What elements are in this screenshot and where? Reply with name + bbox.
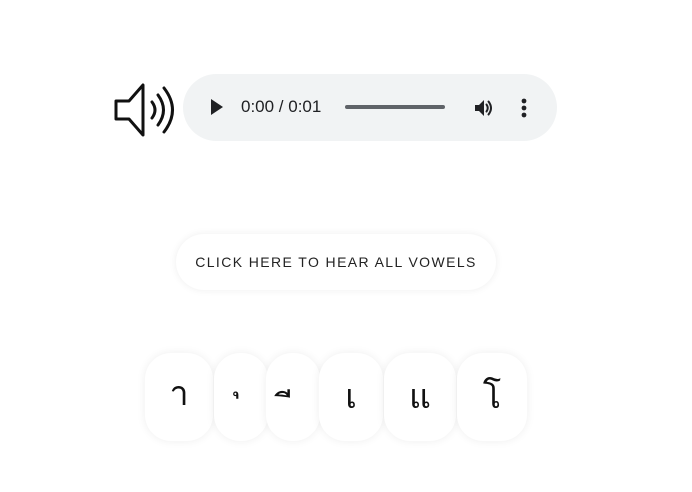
- vowel-button-6[interactable]: โ: [457, 353, 527, 441]
- vowel-button-3[interactable]: ี: [266, 353, 320, 441]
- progress-slider[interactable]: [345, 105, 445, 109]
- page: 0:00 / 0:01 CLICK HERE TO HEAR ALL VOWEL…: [0, 0, 692, 492]
- play-icon[interactable]: [205, 96, 227, 118]
- hear-all-vowels-button[interactable]: CLICK HERE TO HEAR ALL VOWELS: [176, 234, 496, 290]
- vowel-label: ุ: [214, 359, 268, 399]
- volume-icon[interactable]: [472, 96, 496, 120]
- audio-player[interactable]: 0:00 / 0:01: [183, 74, 557, 141]
- more-vert-icon[interactable]: [516, 96, 532, 120]
- vowel-button-4[interactable]: เ: [319, 353, 383, 441]
- vowel-label: โ: [482, 377, 502, 417]
- vowel-label: ี: [266, 387, 320, 427]
- speaker-icon[interactable]: [113, 80, 181, 140]
- vowel-button-2[interactable]: ุ: [214, 353, 268, 441]
- vowel-label: า: [169, 374, 189, 414]
- vowel-button-5[interactable]: แ: [384, 353, 456, 441]
- vowel-label: เ: [345, 377, 357, 417]
- vowel-button-1[interactable]: า: [145, 353, 213, 441]
- time-display: 0:00 / 0:01: [241, 97, 322, 116]
- vowel-label: แ: [409, 377, 431, 417]
